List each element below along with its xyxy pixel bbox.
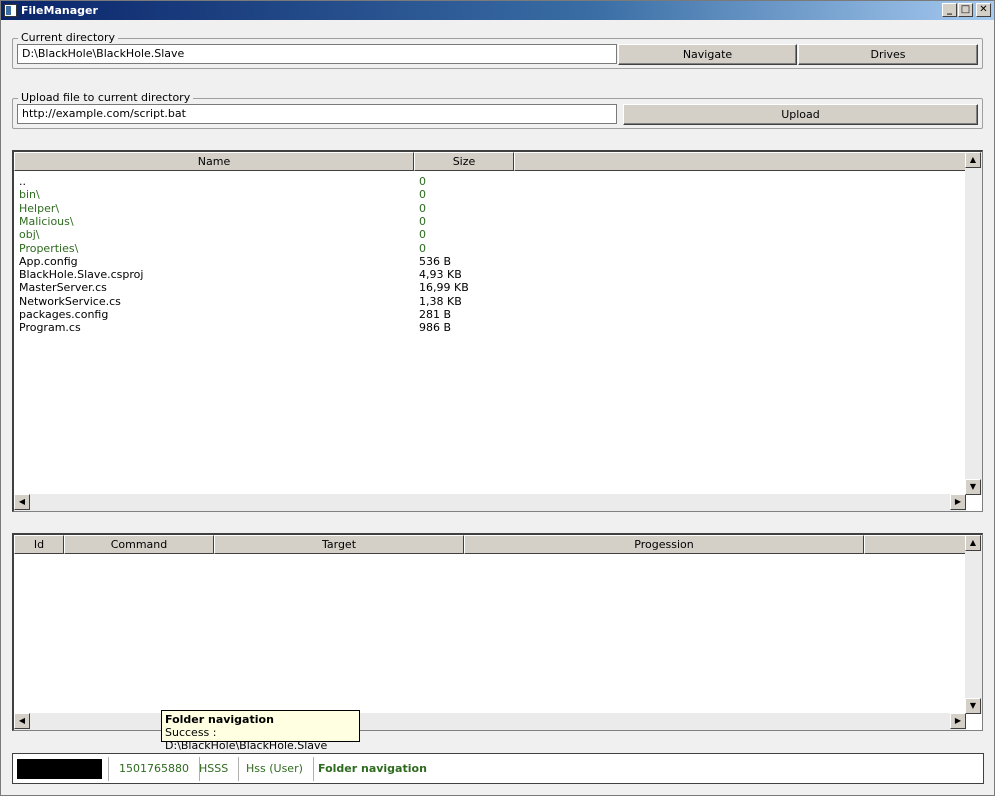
file-size: 281 B	[419, 308, 452, 321]
file-list-header: Name Size	[14, 152, 966, 171]
status-bar: 1501765880 HSSS Hss (User) Folder naviga…	[12, 753, 984, 784]
current-directory-input[interactable]: D:\BlackHole\BlackHole.Slave	[17, 44, 617, 64]
file-size: 0	[419, 188, 426, 202]
scroll-right-icon[interactable]: ▶	[950, 713, 966, 729]
file-name: NetworkService.cs	[19, 294, 121, 308]
file-name: Malicious\	[19, 214, 74, 228]
tooltip-text: Success : D:\BlackHole\BlackHole.Slave	[165, 726, 328, 752]
client-thumbnail	[17, 759, 102, 779]
app-icon	[4, 4, 17, 17]
scroll-up-icon[interactable]: ▲	[965, 535, 981, 551]
file-name: packages.config	[19, 308, 109, 321]
upload-url-input[interactable]: http://example.com/script.bat	[17, 104, 617, 124]
file-name: MasterServer.cs	[19, 281, 107, 295]
column-header-filler	[864, 535, 966, 554]
minimize-button[interactable]: _	[942, 3, 957, 17]
file-size: 4,93 KB	[419, 268, 462, 282]
file-size: 0	[419, 241, 426, 255]
file-size: 1,38 KB	[419, 294, 462, 308]
upload-label: Upload file to current directory	[18, 91, 194, 104]
file-name: Helper\	[19, 201, 60, 215]
scroll-up-icon[interactable]: ▲	[965, 152, 981, 168]
column-header-filler	[514, 152, 966, 171]
close-button[interactable]: ✕	[976, 3, 991, 17]
column-header-progession[interactable]: Progession	[464, 535, 864, 554]
file-name: obj\	[19, 228, 40, 242]
column-header-name[interactable]: Name	[14, 152, 414, 171]
file-name: Properties\	[19, 241, 79, 255]
file-size: 986 B	[419, 321, 452, 335]
file-size: 16,99 KB	[419, 281, 469, 295]
column-header-id[interactable]: Id	[14, 535, 64, 554]
file-name: BlackHole.Slave.csproj	[19, 268, 144, 282]
scroll-left-icon[interactable]: ◀	[14, 713, 30, 729]
column-header-size[interactable]: Size	[414, 152, 514, 171]
transfer-list-header: Id Command Target Progession	[14, 535, 966, 554]
scroll-down-icon[interactable]: ▼	[965, 479, 981, 495]
file-size: 0	[419, 175, 426, 188]
file-size: 0	[419, 201, 426, 215]
upload-button[interactable]: Upload	[623, 104, 978, 125]
window-title: FileManager	[21, 4, 98, 17]
current-directory-label: Current directory	[18, 31, 119, 44]
file-list-horizontal-scrollbar[interactable]: ◀ ▶	[14, 494, 966, 511]
file-name: Program.cs	[19, 321, 81, 335]
title-bar[interactable]: FileManager _ □ ✕	[1, 1, 994, 20]
scroll-down-icon[interactable]: ▼	[965, 698, 981, 714]
status-client-name: HSSS	[189, 757, 240, 781]
tooltip-title: Folder navigation	[165, 713, 274, 726]
file-manager-window: FileManager _ □ ✕ Current directory D:\B…	[0, 0, 995, 796]
status-message: Folder navigation	[318, 762, 427, 775]
file-size: 0	[419, 228, 426, 242]
navigate-button[interactable]: Navigate	[618, 44, 797, 65]
file-name: App.config	[19, 254, 78, 268]
transfer-list-vertical-scrollbar[interactable]: ▲ ▼	[965, 535, 982, 714]
status-client-id: 1501765880	[108, 757, 200, 781]
file-list-vertical-scrollbar[interactable]: ▲ ▼	[965, 152, 982, 495]
file-list[interactable]: Name Size .. 0 bin\ 0 Helper\ 0 Malicious\ 0 obj…	[12, 150, 983, 512]
file-size: 536 B	[419, 254, 452, 268]
column-header-command[interactable]: Command	[64, 535, 214, 554]
column-header-target[interactable]: Target	[214, 535, 464, 554]
drives-button[interactable]: Drives	[798, 44, 978, 65]
status-tooltip: Folder navigation Success : D:\BlackHole…	[161, 710, 360, 752]
file-name: ..	[19, 175, 26, 188]
transfer-list-horizontal-scrollbar[interactable]: ◀ ▶	[14, 713, 966, 730]
transfer-list[interactable]: Id Command Target Progession ▲ ▼ ◀ ▶	[12, 533, 983, 731]
scroll-left-icon[interactable]: ◀	[14, 494, 30, 510]
status-client-user: Hss (User)	[236, 757, 314, 781]
file-name: bin\	[19, 188, 40, 202]
maximize-button[interactable]: □	[958, 3, 973, 17]
upload-group: Upload file to current directory http://…	[12, 91, 983, 129]
scroll-right-icon[interactable]: ▶	[950, 494, 966, 510]
file-size: 0	[419, 214, 426, 228]
current-directory-group: Current directory D:\BlackHole\BlackHole…	[12, 31, 983, 69]
